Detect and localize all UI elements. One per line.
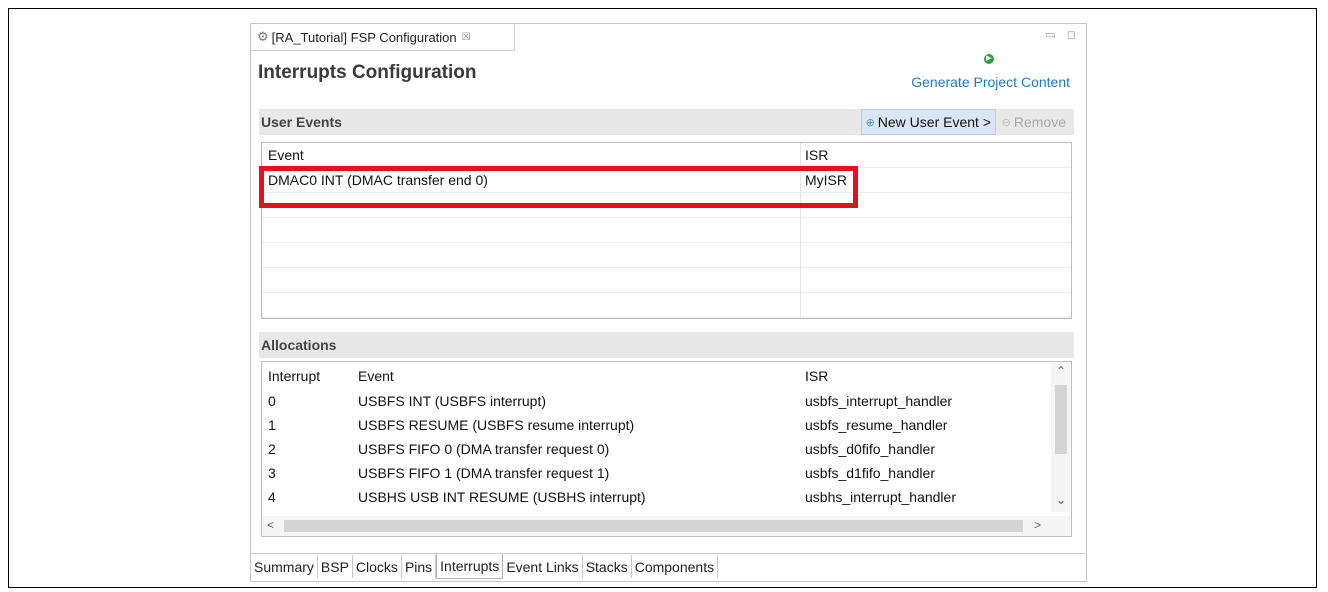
isr-cell: usbhs_interrupt_handler [805, 489, 956, 505]
tab-components[interactable]: Components [632, 555, 719, 578]
column-header-interrupt[interactable]: Interrupt [268, 368, 320, 384]
column-header-event[interactable]: Event [268, 147, 304, 163]
tab-clocks[interactable]: Clocks [353, 555, 402, 578]
interrupt-cell: 3 [268, 465, 276, 481]
event-cell: USBFS FIFO 0 (DMA transfer request 0) [358, 441, 610, 457]
allocations-header: Allocations [259, 332, 1074, 358]
user-events-header: User Events ⊕ New User Event > ⊖ Remove [259, 109, 1074, 135]
scroll-right-icon[interactable]: > [1034, 518, 1041, 532]
table-row[interactable]: 1 USBFS RESUME (USBFS resume interrupt) … [262, 413, 1071, 438]
tab-pins[interactable]: Pins [402, 555, 437, 578]
table-row[interactable]: 4 USBHS USB INT RESUME (USBHS interrupt)… [262, 485, 1071, 510]
event-cell: DMAC0 INT (DMAC transfer end 0) [268, 172, 488, 188]
horizontal-scroll-thumb[interactable] [284, 520, 1023, 532]
configuration-tabs: Summary BSP Clocks Pins Interrupts Event… [251, 553, 1086, 580]
page-title: Interrupts Configuration [258, 62, 477, 83]
editor-tab-label: [RA_Tutorial] FSP Configuration [271, 29, 457, 45]
tab-interrupts[interactable]: Interrupts [436, 554, 504, 579]
editor-tab-bar: ⚙ [RA_Tutorial] FSP Configuration ☒ ▭ ◻ [251, 24, 1086, 51]
tab-bsp[interactable]: BSP [318, 555, 353, 578]
isr-cell: MyISR [805, 172, 847, 188]
add-event-icon: ⊕ [865, 116, 875, 129]
vertical-scrollbar[interactable]: ⌃ ⌄ [1051, 362, 1071, 512]
new-user-event-label: New User Event > [877, 114, 991, 130]
interrupt-cell: 2 [268, 441, 276, 457]
table-header-row: Event ISR [262, 143, 1071, 168]
remove-icon: ⊖ [1001, 116, 1011, 129]
tab-summary[interactable]: Summary [251, 555, 318, 578]
window-controls[interactable]: ▭ ◻ [1045, 28, 1080, 41]
table-row[interactable]: 0 USBFS INT (USBFS interrupt) usbfs_inte… [262, 389, 1071, 414]
tab-stacks[interactable]: Stacks [583, 555, 632, 578]
column-header-isr[interactable]: ISR [805, 368, 828, 384]
gear-icon: ⚙ [257, 29, 269, 44]
isr-cell: usbfs_resume_handler [805, 417, 948, 433]
column-header-isr[interactable]: ISR [805, 147, 828, 163]
generate-project-content-link[interactable]: Generate Project Content [911, 74, 1070, 90]
isr-cell: usbfs_d0fifo_handler [805, 441, 935, 457]
column-header-event[interactable]: Event [358, 368, 394, 384]
remove-button[interactable]: ⊖ Remove [1002, 109, 1066, 135]
interrupt-cell: 1 [268, 417, 276, 433]
scroll-left-icon[interactable]: < [267, 518, 274, 532]
empty-row [262, 243, 1071, 268]
allocations-table: Interrupt Event ISR 0 USBFS INT (USBFS i… [261, 361, 1072, 537]
run-icon[interactable]: ▶ [984, 54, 994, 64]
empty-row [262, 268, 1071, 293]
scroll-up-icon[interactable]: ⌃ [1056, 364, 1066, 378]
empty-row [262, 218, 1071, 243]
table-row[interactable]: 3 USBFS FIFO 1 (DMA transfer request 1) … [262, 461, 1071, 486]
scroll-down-icon[interactable]: ⌄ [1056, 493, 1066, 507]
user-events-table: Event ISR DMAC0 INT (DMAC transfer end 0… [261, 142, 1072, 319]
fsp-configuration-editor: ⚙ [RA_Tutorial] FSP Configuration ☒ ▭ ◻ … [250, 23, 1087, 582]
tab-event-links[interactable]: Event Links [503, 555, 583, 578]
close-icon[interactable]: ☒ [462, 32, 471, 43]
table-row[interactable]: DMAC0 INT (DMAC transfer end 0) MyISR [262, 168, 1071, 193]
table-header-row: Interrupt Event ISR [262, 364, 1071, 389]
interrupt-cell: 0 [268, 393, 276, 409]
empty-row [262, 193, 1071, 218]
new-user-event-button[interactable]: ⊕ New User Event > [860, 109, 996, 135]
table-row[interactable]: 2 USBFS FIFO 0 (DMA transfer request 0) … [262, 437, 1071, 462]
isr-cell: usbfs_interrupt_handler [805, 393, 953, 409]
editor-tab[interactable]: ⚙ [RA_Tutorial] FSP Configuration ☒ [251, 24, 515, 51]
allocations-heading: Allocations [261, 337, 337, 353]
horizontal-scrollbar[interactable]: < > [262, 516, 1071, 536]
empty-row [262, 293, 1071, 318]
event-cell: USBHS USB INT RESUME (USBHS interrupt) [358, 489, 646, 505]
remove-label: Remove [1013, 114, 1066, 130]
isr-cell: usbfs_d1fifo_handler [805, 465, 935, 481]
vertical-scroll-thumb[interactable] [1055, 385, 1067, 454]
event-cell: USBFS INT (USBFS interrupt) [358, 393, 547, 409]
interrupt-cell: 4 [268, 489, 276, 505]
event-cell: USBFS RESUME (USBFS resume interrupt) [358, 417, 635, 433]
user-events-heading: User Events [261, 114, 342, 130]
event-cell: USBFS FIFO 1 (DMA transfer request 1) [358, 465, 610, 481]
